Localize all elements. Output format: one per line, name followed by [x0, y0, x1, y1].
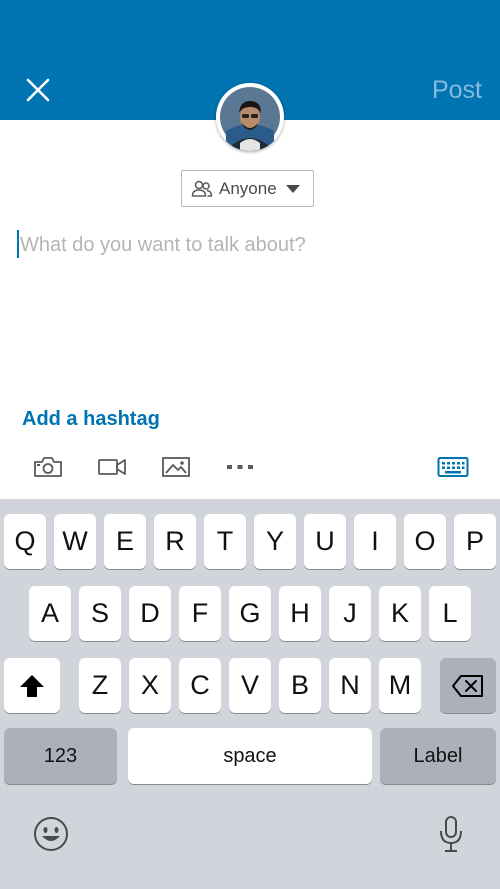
image-icon	[162, 457, 190, 477]
backspace-key[interactable]	[440, 658, 496, 713]
key-a[interactable]: A	[29, 586, 71, 641]
key-d[interactable]: D	[129, 586, 171, 641]
microphone-icon	[440, 816, 462, 852]
key-p[interactable]: P	[454, 514, 496, 569]
backspace-icon	[452, 674, 483, 697]
keyboard-toggle-button[interactable]	[437, 452, 469, 482]
audience-selector[interactable]: Anyone	[181, 170, 314, 207]
key-r[interactable]: R	[154, 514, 196, 569]
key-o[interactable]: O	[404, 514, 446, 569]
close-button[interactable]	[22, 74, 54, 106]
key-m[interactable]: M	[379, 658, 421, 713]
key-c[interactable]: C	[179, 658, 221, 713]
key-l[interactable]: L	[429, 586, 471, 641]
image-button[interactable]	[161, 452, 191, 482]
video-button[interactable]	[97, 452, 127, 482]
post-text-input[interactable]	[20, 230, 480, 260]
microphone-button[interactable]	[438, 815, 464, 855]
profile-photo	[216, 83, 284, 151]
audience-label: Anyone	[219, 178, 277, 198]
shift-icon	[20, 674, 44, 697]
key-v[interactable]: V	[229, 658, 271, 713]
camera-button[interactable]	[33, 452, 63, 482]
shift-key[interactable]	[4, 658, 60, 713]
emoji-button[interactable]	[32, 815, 70, 853]
key-e[interactable]: E	[104, 514, 146, 569]
key-q[interactable]: Q	[4, 514, 46, 569]
key-f[interactable]: F	[179, 586, 221, 641]
numbers-key[interactable]: 123	[4, 728, 117, 784]
on-screen-keyboard: Q W E R T Y U I O P A S D F G H J K L Z …	[0, 499, 500, 889]
video-icon	[98, 459, 126, 475]
post-button[interactable]: Post	[432, 76, 482, 105]
space-key[interactable]: space	[128, 728, 372, 784]
key-k[interactable]: K	[379, 586, 421, 641]
key-x[interactable]: X	[129, 658, 171, 713]
camera-icon	[34, 457, 62, 477]
more-icon	[227, 465, 253, 469]
keyboard-icon	[437, 457, 469, 477]
key-b[interactable]: B	[279, 658, 321, 713]
caret-down-icon	[285, 184, 300, 193]
key-z[interactable]: Z	[79, 658, 121, 713]
key-t[interactable]: T	[204, 514, 246, 569]
return-key[interactable]: Label	[380, 728, 496, 784]
key-y[interactable]: Y	[254, 514, 296, 569]
key-j[interactable]: J	[329, 586, 371, 641]
text-cursor	[17, 230, 19, 258]
key-n[interactable]: N	[329, 658, 371, 713]
key-g[interactable]: G	[229, 586, 271, 641]
emoji-icon	[34, 817, 68, 851]
people-icon	[191, 180, 213, 197]
close-icon	[26, 78, 50, 102]
more-button[interactable]	[224, 452, 256, 482]
key-u[interactable]: U	[304, 514, 346, 569]
avatar	[216, 83, 284, 151]
add-hashtag-link[interactable]: Add a hashtag	[22, 408, 160, 431]
key-h[interactable]: H	[279, 586, 321, 641]
key-w[interactable]: W	[54, 514, 96, 569]
key-s[interactable]: S	[79, 586, 121, 641]
key-i[interactable]: I	[354, 514, 396, 569]
